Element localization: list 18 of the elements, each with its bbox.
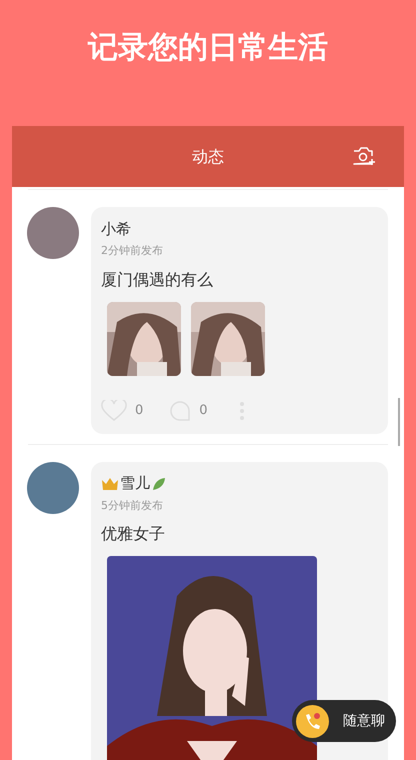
random-chat-button[interactable]: 随意聊 bbox=[292, 700, 396, 742]
user-name: 雪儿 bbox=[120, 473, 150, 494]
like-count: 0 bbox=[135, 402, 144, 420]
phone-icon bbox=[296, 704, 329, 738]
post-time: 5分钟前发布 bbox=[101, 498, 164, 514]
camera-icon[interactable] bbox=[352, 145, 376, 167]
post-text: 优雅女子 bbox=[101, 523, 166, 545]
scroll-bar bbox=[398, 398, 400, 446]
header-title: 动态 bbox=[192, 146, 224, 168]
leaf-icon bbox=[151, 476, 167, 492]
comment-count: 0 bbox=[199, 402, 208, 420]
crown-icon bbox=[101, 476, 119, 490]
post-time: 2分钟前发布 bbox=[101, 243, 164, 259]
user-name: 小希 bbox=[101, 218, 131, 240]
avatar[interactable] bbox=[27, 462, 79, 514]
banner-title: 记录您的日常生活 bbox=[88, 29, 328, 67]
avatar[interactable] bbox=[27, 207, 79, 259]
post-text: 厦门偶遇的有么 bbox=[101, 268, 214, 290]
